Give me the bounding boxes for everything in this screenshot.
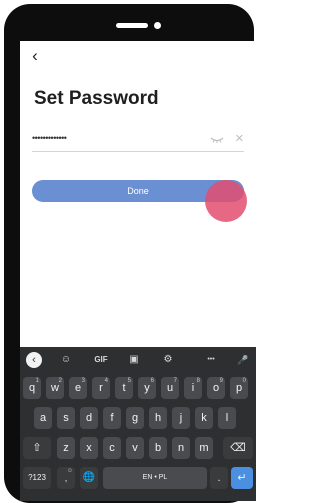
page-title: Set Password	[34, 88, 159, 109]
key-e[interactable]: e3	[69, 377, 87, 399]
emoji-comma-key[interactable]: , ☺	[57, 467, 75, 489]
key-l[interactable]: l	[218, 407, 236, 429]
key-o[interactable]: o9	[207, 377, 225, 399]
key-h[interactable]: h	[149, 407, 167, 429]
gif-button[interactable]: GIF	[90, 351, 112, 369]
more-icon[interactable]: •••	[202, 351, 220, 369]
key-q[interactable]: q1	[23, 377, 41, 399]
side-button	[4, 90, 10, 146]
settings-icon[interactable]: ⚙	[160, 351, 176, 369]
back-arrow-icon[interactable]: ‹	[26, 47, 44, 65]
key-i[interactable]: i8	[184, 377, 202, 399]
key-y[interactable]: y6	[138, 377, 156, 399]
key-f[interactable]: f	[103, 407, 121, 429]
key-v[interactable]: v	[126, 437, 144, 459]
key-t[interactable]: t5	[115, 377, 133, 399]
key-m[interactable]: m	[195, 437, 213, 459]
key-a[interactable]: a	[34, 407, 52, 429]
key-row-2: a s d f g h j k l	[20, 407, 256, 429]
emoji-icon: ☺	[66, 468, 73, 474]
globe-icon[interactable]: 🌐	[80, 467, 98, 489]
keyboard: ‹ ☺ GIF ▣ ⚙ ••• 🎤 q1 w2 e3 r4 t5 y6 u7 i…	[20, 347, 256, 501]
key-row-4: ?123 , ☺ 🌐 EN • PL . ↵	[20, 467, 256, 489]
symbols-key[interactable]: ?123	[23, 467, 51, 489]
screen: ‹ Set Password ••••••••••••• ✕ Done ‹ ☺ …	[20, 41, 256, 501]
key-c[interactable]: c	[103, 437, 121, 459]
front-camera	[154, 22, 161, 29]
speaker	[116, 23, 148, 28]
key-row-1: q1 w2 e3 r4 t5 y6 u7 i8 o9 p0	[20, 377, 256, 399]
clear-icon[interactable]: ✕	[235, 132, 244, 145]
key-j[interactable]: j	[172, 407, 190, 429]
keyboard-back-icon[interactable]: ‹	[26, 352, 42, 368]
phone-frame: ‹ Set Password ••••••••••••• ✕ Done ‹ ☺ …	[4, 4, 256, 503]
shift-key[interactable]: ⇧	[23, 437, 51, 459]
eye-hidden-icon[interactable]	[210, 134, 224, 144]
sticker-icon[interactable]: ☺	[58, 351, 74, 369]
key-g[interactable]: g	[126, 407, 144, 429]
enter-key[interactable]: ↵	[231, 467, 253, 489]
key-w[interactable]: w2	[46, 377, 64, 399]
key-n[interactable]: n	[172, 437, 190, 459]
key-p[interactable]: p0	[230, 377, 248, 399]
clipboard-icon[interactable]: ▣	[126, 351, 142, 369]
key-x[interactable]: x	[80, 437, 98, 459]
password-field[interactable]: ••••••••••••• ✕	[32, 133, 244, 152]
key-row-3: ⇧ z x c v b n m ⌫	[20, 437, 256, 459]
backspace-key[interactable]: ⌫	[223, 437, 253, 459]
key-s[interactable]: s	[57, 407, 75, 429]
key-z[interactable]: z	[57, 437, 75, 459]
key-k[interactable]: k	[195, 407, 213, 429]
period-key[interactable]: .	[210, 467, 228, 489]
key-d[interactable]: d	[80, 407, 98, 429]
password-value[interactable]: •••••••••••••	[32, 133, 67, 143]
touch-indicator	[205, 180, 247, 222]
mic-icon[interactable]: 🎤	[236, 351, 250, 369]
key-r[interactable]: r4	[92, 377, 110, 399]
space-key[interactable]: EN • PL	[103, 467, 207, 489]
key-u[interactable]: u7	[161, 377, 179, 399]
key-b[interactable]: b	[149, 437, 167, 459]
keyboard-toolbar: ‹ ☺ GIF ▣ ⚙ ••• 🎤	[20, 347, 256, 373]
